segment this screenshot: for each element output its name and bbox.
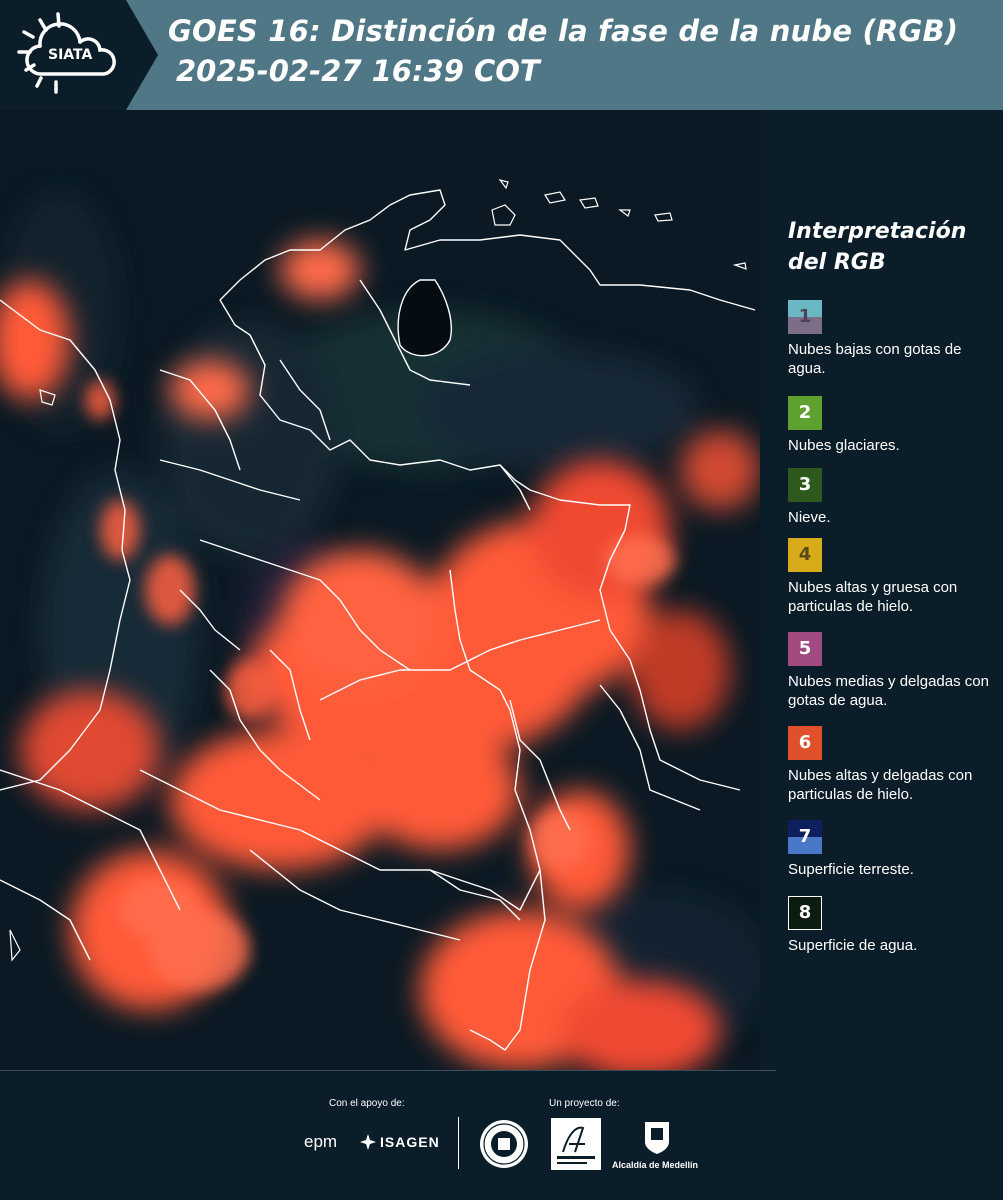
page-title: GOES 16: Distinción de la fase de la nub… — [168, 14, 959, 48]
support-label: Con el apoyo de: — [329, 1098, 405, 1109]
legend-swatch-1: 1 — [788, 300, 822, 334]
legend-item-3: 3 Nieve. — [788, 468, 1000, 527]
legend-item-4: 4 Nubes altas y gruesa con particulas de… — [788, 538, 1000, 616]
legend-item-7: 7 Superficie terreste. — [788, 820, 1000, 879]
epm-logo: epm — [304, 1132, 338, 1151]
footer: Con el apoyo de: Un proyecto de: epm ISA… — [0, 1070, 1003, 1200]
legend-item-8: 8 Superficie de agua. — [788, 896, 1000, 955]
legend-swatch-4: 4 — [788, 538, 822, 572]
legend-label-2: Nubes glaciares. — [788, 437, 900, 454]
area-metropolitana-logo-icon — [551, 1118, 601, 1170]
project-label: Un proyecto de: — [549, 1098, 620, 1109]
legend-item-5: 5 Nubes medias y delgadas con gotas de a… — [788, 632, 1000, 710]
satellite-map[interactable] — [0, 110, 760, 1070]
isagen-logo-icon — [360, 1134, 376, 1150]
legend-swatch-3: 3 — [788, 468, 822, 502]
footer-separator — [458, 1117, 459, 1169]
siata-logo-text: SIATA — [48, 47, 93, 63]
legend-item-2: 2 Nubes glaciares. — [788, 396, 1000, 455]
legend-title: Interpretación del RGB — [788, 219, 967, 275]
satellite-rgb-image — [0, 110, 760, 1070]
page-datetime: 2025-02-27 16:39 COT — [176, 54, 540, 88]
legend-label-6: Nubes altas y delgadas con particulas de… — [788, 767, 973, 803]
legend-swatch-8: 8 — [788, 896, 822, 930]
legend-label-8: Superficie de agua. — [788, 937, 918, 954]
legend-label-4: Nubes altas y gruesa con particulas de h… — [788, 579, 958, 615]
legend-panel: Interpretación del RGB 1 Nubes bajas con… — [760, 110, 1003, 1070]
footer-divider-line — [0, 1070, 776, 1071]
legend-label-1: Nubes bajas con gotas de agua. — [788, 341, 962, 377]
legend-label-7: Superficie terreste. — [788, 861, 914, 878]
header-bar: SIATA GOES 16: Distinción de la fase de … — [0, 0, 1003, 110]
isagen-logo-text: ISAGEN — [380, 1134, 440, 1150]
legend-swatch-6: 6 — [788, 726, 822, 760]
legend-swatch-7: 7 — [788, 820, 822, 854]
alcaldia-logo-text: Alcaldía de Medellín — [612, 1160, 699, 1170]
legend-swatch-2: 2 — [788, 396, 822, 430]
legend-item-1: 1 Nubes bajas con gotas de agua. — [788, 300, 1000, 378]
legend-item-6: 6 Nubes altas y delgadas con particulas … — [788, 726, 1000, 804]
legend-label-5: Nubes medias y delgadas con gotas de agu… — [788, 673, 989, 709]
legend-label-3: Nieve. — [788, 509, 831, 526]
legend-swatch-5: 5 — [788, 632, 822, 666]
alcaldia-shield-icon — [645, 1122, 669, 1154]
seal-logo-icon — [480, 1120, 528, 1168]
